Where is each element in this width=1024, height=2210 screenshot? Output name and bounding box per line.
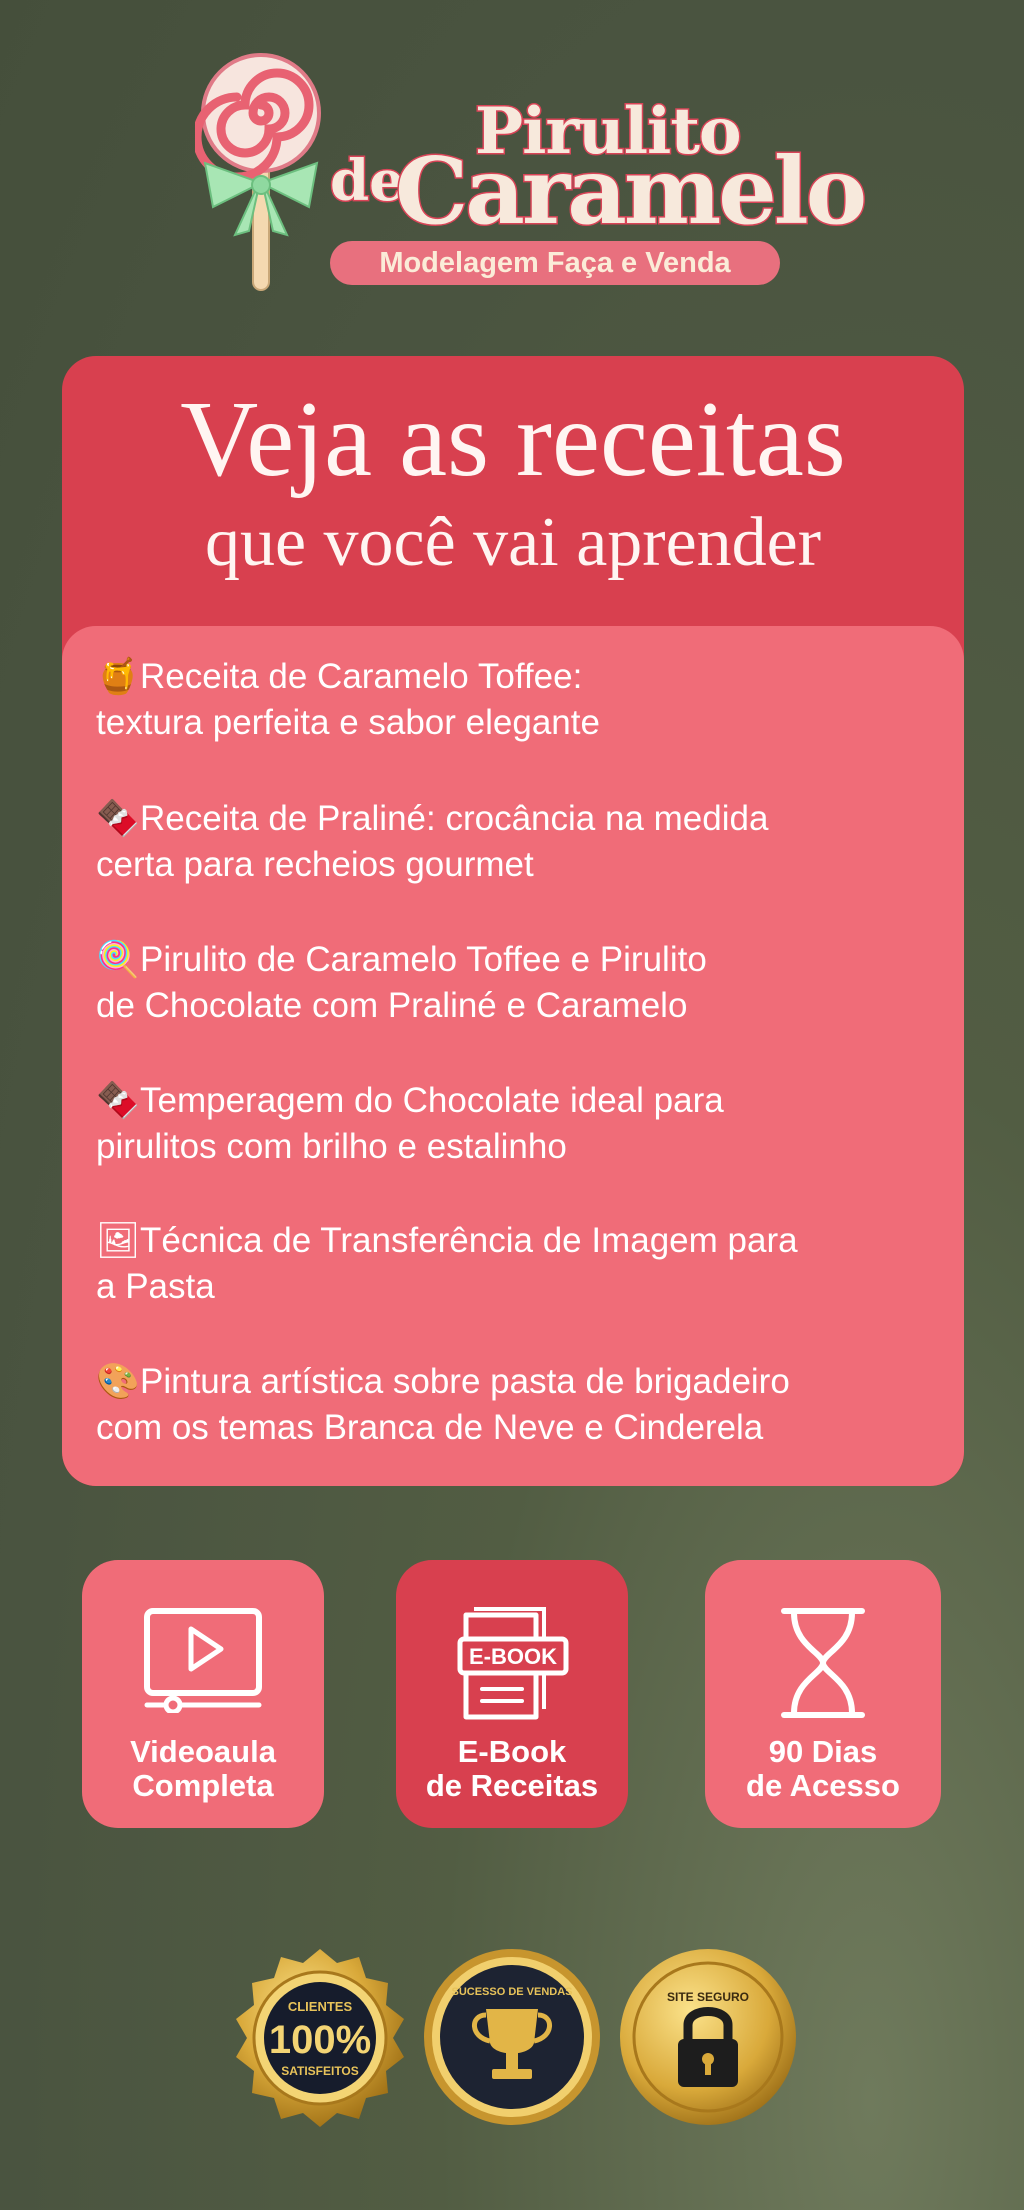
seal-big-text: 100% — [269, 2018, 371, 2062]
recipes-card: Veja as receitas que você vai aprender 🍯… — [62, 356, 964, 1486]
feature-label-line2: Completa — [132, 1768, 274, 1803]
chocolate-bar-icon: 🍫 — [96, 1081, 140, 1120]
brand-word-de: de — [329, 148, 407, 214]
framed-picture-icon: 🖼 — [96, 1221, 141, 1260]
trophy-icon — [486, 2009, 538, 2054]
lollipop-logo-icon — [195, 53, 321, 291]
feature-label-line1: 90 Dias — [768, 1734, 878, 1769]
trophy-seal: SUCESSO DE VENDAS — [424, 1949, 600, 2125]
feature-label-line2: de Acesso — [746, 1768, 900, 1803]
seal-bottom-text: SATISFEITOS — [281, 2064, 359, 2078]
feature-videoaula: Videoaula Completa — [82, 1560, 324, 1828]
seal-top-text: CLIENTES — [288, 1999, 353, 2014]
feature-acesso: 90 Dias de Acesso — [705, 1560, 941, 1828]
satisfaction-seal: CLIENTES 100% SATISFEITOS — [236, 1949, 404, 2127]
trust-seals: CLIENTES 100% SATISFEITOS SUCESSO DE VEN… — [0, 1945, 1024, 2135]
recipe-item-line2: de Chocolate com Praliné e Caramelo — [96, 986, 688, 1025]
ebook-icon: E-BOOK — [457, 1607, 569, 1720]
recipe-item-line1: Pirulito de Caramelo Toffee e Pirulito — [140, 940, 707, 979]
recipe-item-line2: a Pasta — [96, 1267, 215, 1306]
recipe-item-line1: Técnica de Transferência de Imagem para — [140, 1221, 798, 1260]
feature-label-line1: Videoaula — [130, 1734, 276, 1769]
brand-tagline: Modelagem Faça e Venda — [330, 241, 780, 285]
recipe-item-line2: pirulitos com brilho e estalinho — [96, 1127, 567, 1166]
feature-label-line2: de Receitas — [425, 1768, 599, 1803]
honey-pot-icon: 🍯 — [96, 657, 140, 696]
recipe-item-line2: com os temas Branca de Neve e Cinderela — [96, 1408, 764, 1447]
recipe-item: 🍯Receita de Caramelo Toffee: textura per… — [96, 654, 946, 746]
lollipop-icon: 🍭 — [96, 940, 140, 979]
seal-top-text: SUCESSO DE VENDAS — [451, 1986, 572, 1998]
feature-label-line1: E-Book — [457, 1734, 567, 1769]
recipe-item: 🖼Técnica de Transferência de Imagem para… — [96, 1218, 946, 1310]
recipe-item-line1: Receita de Praliné: crocância na medida — [140, 799, 769, 838]
feature-ebook: E-BOOK E-Book de Receitas — [396, 1560, 628, 1828]
recipe-item-line2: textura perfeita e sabor elegante — [96, 703, 600, 742]
recipe-item: 🍫Temperagem do Chocolate ideal para piru… — [96, 1078, 946, 1170]
recipe-item-line1: Receita de Caramelo Toffee: — [140, 657, 583, 696]
video-player-icon — [144, 1608, 262, 1713]
artist-palette-icon: 🎨 — [96, 1362, 140, 1401]
brand-logo: Pirulito de Caramelo Modelagem Faça e Ve… — [195, 45, 869, 295]
recipe-item: 🍭Pirulito de Caramelo Toffee e Pirulito … — [96, 937, 946, 1029]
chocolate-bar-icon: 🍫 — [96, 799, 140, 838]
recipe-item-line2: certa para recheios gourmet — [96, 845, 534, 884]
recipe-item: 🍫Receita de Praliné: crocância na medida… — [96, 796, 946, 888]
recipe-item-line1: Pintura artística sobre pasta de brigade… — [140, 1362, 790, 1401]
recipe-item: 🎨Pintura artística sobre pasta de brigad… — [96, 1359, 946, 1451]
secure-site-seal: SITE SEGURO — [620, 1949, 796, 2125]
hourglass-icon — [781, 1608, 865, 1718]
recipe-item-line1: Temperagem do Chocolate ideal para — [140, 1081, 724, 1120]
recipes-list: 🍯Receita de Caramelo Toffee: textura per… — [62, 626, 964, 1486]
recipes-title: Veja as receitas — [180, 380, 846, 499]
brand-word-caramelo: Caramelo — [393, 137, 868, 245]
features-row: Videoaula Completa E-BOOK E-Book de Rece… — [0, 1560, 1024, 1830]
recipes-subtitle: que você vai aprender — [204, 504, 822, 581]
seal-top-text: SITE SEGURO — [667, 1990, 749, 2004]
ebook-icon-text: E-BOOK — [469, 1644, 557, 1669]
